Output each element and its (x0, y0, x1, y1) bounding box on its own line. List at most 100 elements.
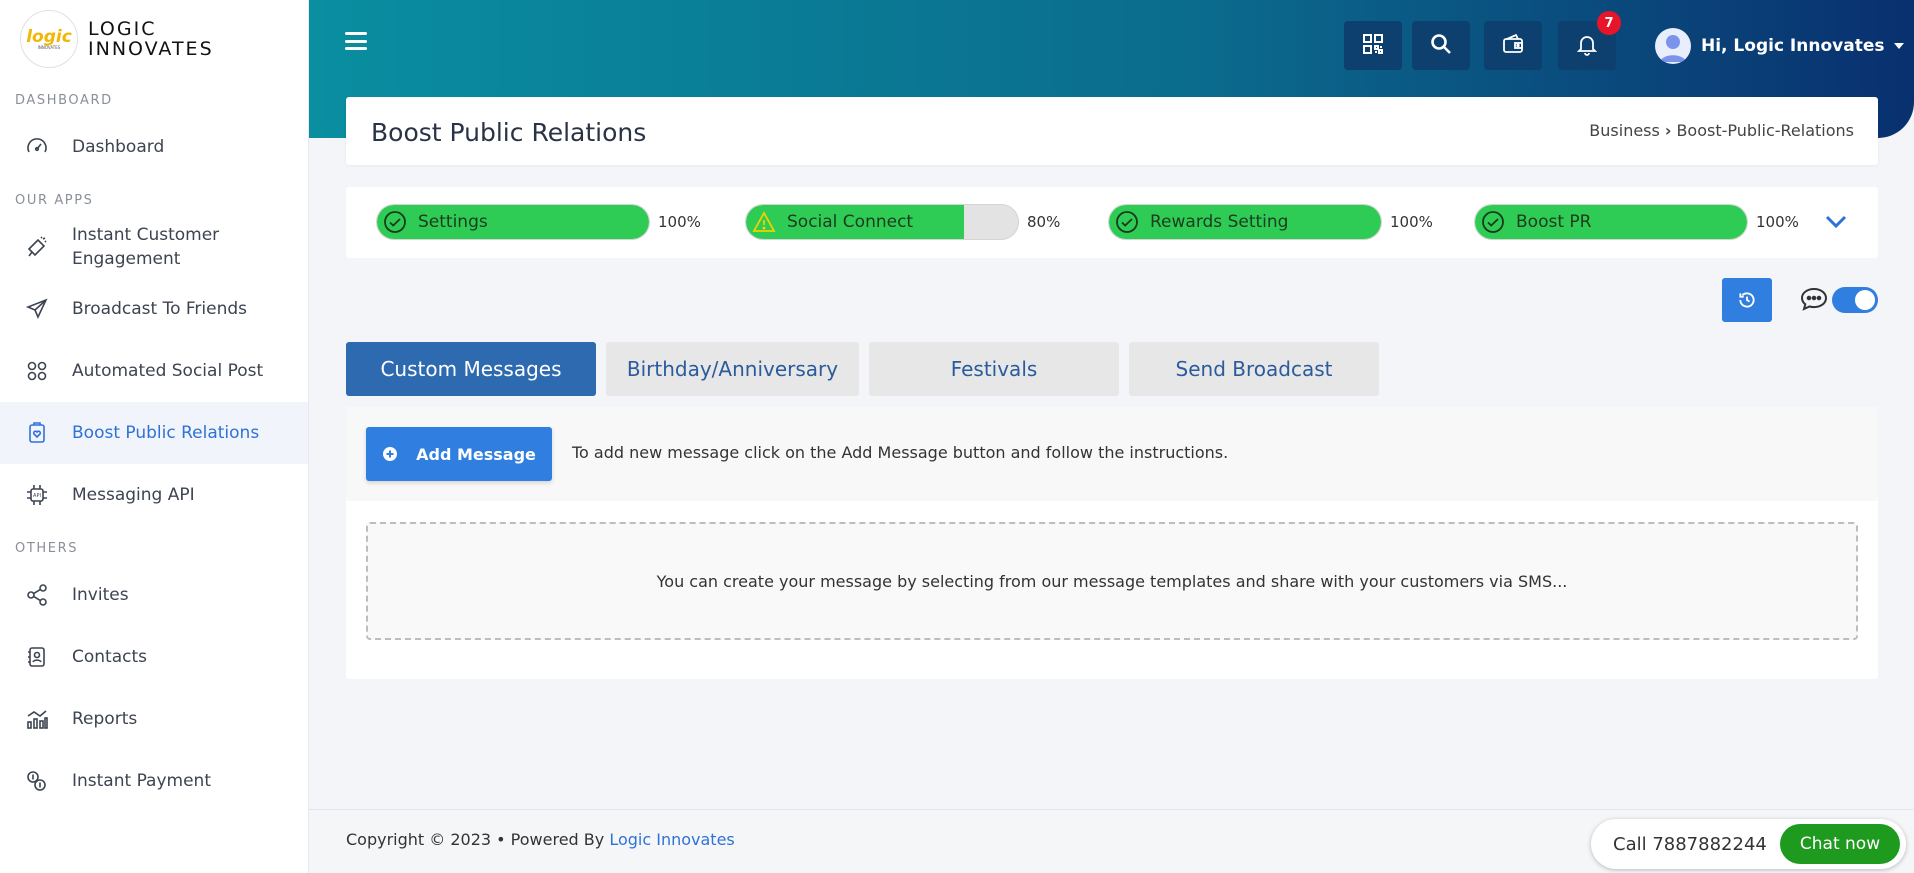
breadcrumb-item-current: Boost-Public-Relations (1676, 121, 1854, 140)
chat-now-button[interactable]: Chat now (1780, 824, 1900, 864)
tab-birthday-anniversary[interactable]: Birthday/Anniversary (606, 342, 859, 396)
history-button[interactable] (1722, 278, 1772, 322)
search-button[interactable] (1412, 21, 1470, 70)
brand-line-2: INNOVATES (88, 38, 214, 60)
hamburger-menu-icon[interactable] (345, 32, 367, 50)
section-title-our-apps: OUR APPS (15, 193, 94, 208)
qr-code-button[interactable] (1344, 21, 1402, 70)
page-title-card: Boost Public Relations Business › Boost-… (346, 97, 1878, 165)
progress-label: Boost PR (1516, 212, 1592, 232)
setup-progress-card: Settings 100% Social Connect 80% Rewards… (346, 187, 1878, 258)
progress-item-rewards-setting[interactable]: Rewards Setting 100% (1108, 204, 1433, 240)
logo-word: logic (26, 26, 72, 47)
paper-plane-icon (24, 296, 50, 322)
progress-percent: 100% (1756, 213, 1799, 231)
bell-icon (1575, 32, 1599, 60)
breadcrumb-item-business[interactable]: Business (1589, 121, 1660, 140)
tab-send-broadcast[interactable]: Send Broadcast (1129, 342, 1379, 396)
call-chat-widget: Call 7887882244 Chat now (1591, 819, 1906, 869)
progress-content: Boost PR (1481, 205, 1591, 239)
messages-panel: Add Message To add new message click on … (346, 407, 1878, 679)
clipboard-heart-icon (24, 420, 50, 446)
empty-state-box: You can create your message by selecting… (366, 522, 1858, 640)
call-number[interactable]: Call 7887882244 (1613, 834, 1767, 855)
check-circle-icon (384, 211, 406, 233)
page-title: Boost Public Relations (371, 118, 647, 147)
toggle-knob (1855, 290, 1875, 310)
progress-item-boost-pr[interactable]: Boost PR 100% (1474, 204, 1799, 240)
notification-badge: 7 (1597, 11, 1621, 35)
sidebar-item-label: Boost Public Relations (72, 423, 260, 443)
megaphone-icon (24, 234, 50, 260)
progress-item-settings[interactable]: Settings 100% (376, 204, 701, 240)
brand[interactable]: logic INNOVATES LOGIC INNOVATES (0, 0, 308, 78)
progress-percent: 100% (1390, 213, 1433, 231)
sidebar-item-contacts[interactable]: Contacts (0, 626, 308, 688)
add-message-hint: To add new message click on the Add Mess… (572, 443, 1229, 462)
user-menu[interactable]: Hi, Logic Innovates (1655, 28, 1905, 64)
warning-icon (752, 211, 776, 232)
add-message-label: Add Message (416, 444, 536, 464)
sidebar-item-label: Invites (72, 585, 129, 605)
chat-toggle-switch[interactable] (1832, 287, 1878, 313)
chat-bubble-icon (1800, 287, 1828, 311)
tab-custom-messages[interactable]: Custom Messages (346, 342, 596, 396)
wallet-icon (1501, 32, 1525, 60)
check-circle-icon (1482, 211, 1504, 233)
copyright-text: Copyright © 2023 • Powered By Logic Inno… (346, 830, 735, 849)
sidebar-item-messaging-api[interactable]: API Messaging API (0, 464, 308, 526)
messages-toolbar: Add Message To add new message click on … (346, 407, 1878, 501)
copyright-label: Copyright © 2023 • Powered By (346, 830, 605, 849)
brand-name: LOGIC INNOVATES (88, 19, 214, 59)
svg-text:API: API (33, 493, 41, 499)
notifications-button[interactable]: 7 (1558, 11, 1621, 70)
sidebar-item-label: Contacts (72, 647, 147, 667)
add-message-button[interactable]: Add Message (366, 427, 552, 481)
section-title-dashboard: DASHBOARD (15, 93, 113, 108)
breadcrumb: Business › Boost-Public-Relations (1589, 121, 1854, 140)
sidebar-item-instant-customer-engagement[interactable]: Instant Customer Engagement (0, 216, 308, 278)
qr-code-icon (1361, 32, 1385, 60)
sidebar-item-dashboard[interactable]: Dashboard (0, 116, 308, 178)
sidebar-item-label: Messaging API (72, 485, 195, 505)
caret-down-icon (1894, 43, 1905, 49)
user-greeting: Hi, Logic Innovates (1701, 36, 1885, 56)
brand-logo: logic INNOVATES (20, 10, 78, 68)
sidebar-item-label: Instant Customer Engagement (72, 225, 220, 269)
check-circle-icon (1116, 211, 1138, 233)
progress-bar: Settings (376, 204, 650, 240)
brand-line-1: LOGIC (88, 18, 157, 40)
sidebar-item-instant-payment[interactable]: Instant Payment (0, 750, 308, 812)
progress-bar: Rewards Setting (1108, 204, 1382, 240)
sidebar-item-label: Broadcast To Friends (72, 299, 248, 319)
progress-label: Rewards Setting (1150, 212, 1289, 232)
search-icon (1429, 32, 1453, 60)
sidebar-item-reports[interactable]: Reports (0, 688, 308, 750)
sidebar: logic INNOVATES LOGIC INNOVATES DASHBOAR… (0, 0, 309, 873)
sidebar-item-broadcast-to-friends[interactable]: Broadcast To Friends (0, 278, 308, 340)
progress-content: Rewards Setting (1115, 205, 1288, 239)
progress-content: Social Connect (752, 205, 913, 239)
progress-item-social-connect[interactable]: Social Connect 80% (745, 204, 1060, 240)
chevron-right-icon: › (1664, 121, 1672, 140)
chart-icon (24, 706, 50, 732)
payment-icon (24, 768, 50, 794)
sidebar-item-automated-social-post[interactable]: Automated Social Post (0, 340, 308, 402)
share-icon (24, 582, 50, 608)
tab-festivals[interactable]: Festivals (869, 342, 1119, 396)
logo-sub: INNOVATES (37, 44, 61, 50)
progress-bar: Social Connect (745, 204, 1019, 240)
history-icon (1739, 292, 1755, 308)
empty-state-text: You can create your message by selecting… (656, 571, 1568, 591)
sidebar-item-label: Dashboard (72, 137, 165, 157)
chevron-down-icon[interactable] (1824, 212, 1848, 232)
sidebar-item-boost-public-relations[interactable]: Boost Public Relations (0, 402, 308, 464)
api-chip-icon: API (24, 482, 50, 508)
avatar (1655, 28, 1691, 64)
section-title-others: OTHERS (15, 541, 79, 556)
contact-book-icon (24, 644, 50, 670)
company-link[interactable]: Logic Innovates (609, 830, 734, 849)
progress-content: Settings (383, 205, 488, 239)
sidebar-item-invites[interactable]: Invites (0, 564, 308, 626)
wallet-button[interactable] (1484, 21, 1542, 70)
